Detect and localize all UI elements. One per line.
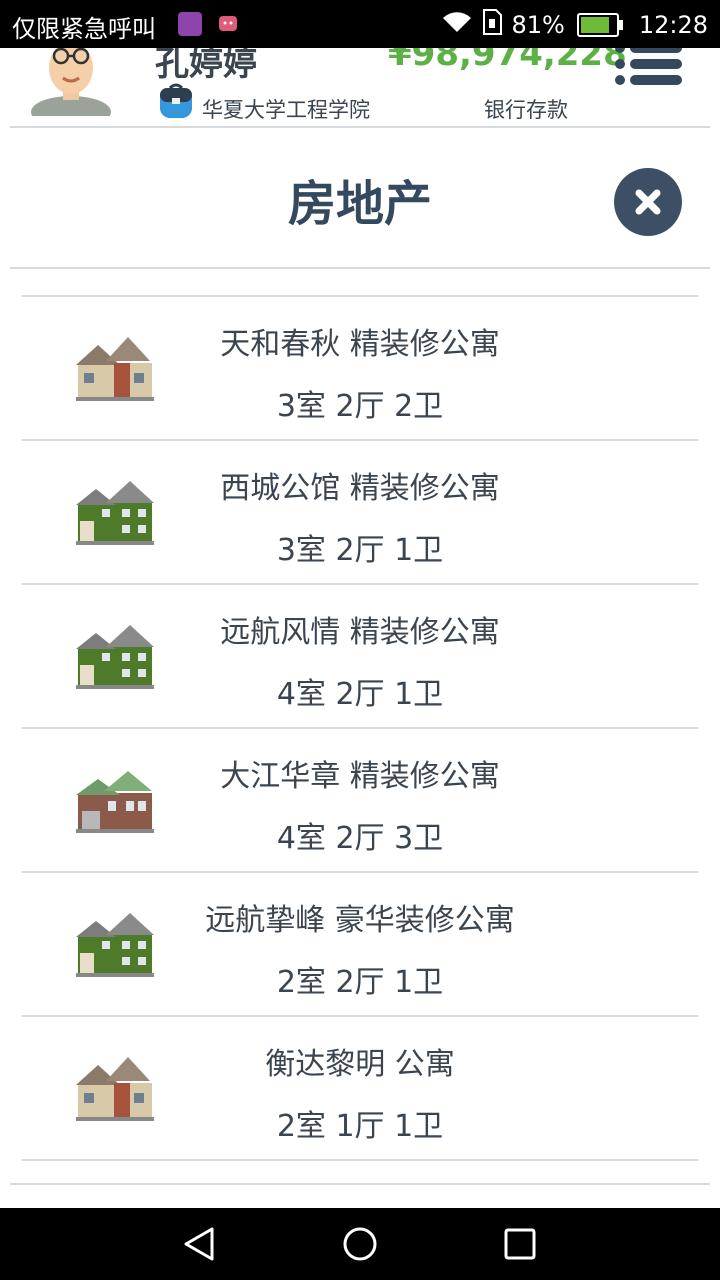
property-row[interactable]: 大江华章 精装修公寓 4室 2厅 3卫	[22, 729, 698, 873]
property-name: 远航风情 精装修公寓	[220, 615, 500, 650]
avatar[interactable]	[30, 48, 112, 128]
home-icon[interactable]	[342, 1226, 378, 1262]
property-row[interactable]: 远航风情 精装修公寓 4室 2厅 1卫	[22, 585, 698, 729]
menu-list-icon[interactable]	[612, 48, 684, 92]
carrier-text: 仅限紧急呼叫	[12, 15, 156, 43]
property-layout: 2室 1厅 1卫	[276, 1109, 444, 1144]
property-row[interactable]: 西城公馆 精装修公寓 3室 2厅 1卫	[22, 441, 698, 585]
school-bag-icon	[158, 82, 194, 120]
property-layout: 2室 2厅 1卫	[276, 965, 444, 1000]
property-name: 远航挚峰 豪华装修公寓	[205, 903, 515, 938]
property-layout: 3室 2厅 2卫	[276, 389, 444, 424]
battery-percent: 81%	[511, 11, 565, 39]
clock: 12:28	[638, 11, 708, 39]
title-divider	[10, 267, 710, 269]
wifi-icon	[441, 10, 473, 40]
property-row[interactable]: 衡达黎明 公寓 2室 1厅 1卫	[22, 1017, 698, 1161]
close-button[interactable]	[614, 168, 682, 236]
school-name: 华夏大学工程学院	[202, 98, 370, 122]
property-row[interactable]: 远航挚峰 豪华装修公寓 2室 2厅 1卫	[22, 873, 698, 1017]
property-name: 天和春秋 精装修公寓	[220, 327, 500, 362]
gallery-notification-icon	[178, 12, 202, 36]
property-name: 西城公馆 精装修公寓	[220, 471, 500, 506]
property-list: 天和春秋 精装修公寓 3室 2厅 2卫 西城公馆 精装修公寓 3室 2厅 1卫	[22, 295, 698, 1161]
property-layout: 3室 2厅 1卫	[276, 533, 444, 568]
property-name: 大江华章 精装修公寓	[220, 759, 500, 794]
app-notification-icon	[216, 12, 240, 36]
close-icon	[635, 189, 661, 215]
bank-label: 银行存款	[484, 98, 568, 122]
navigation-bar	[0, 1208, 720, 1280]
back-icon[interactable]	[182, 1226, 218, 1262]
money-amount: ¥98,974,228	[388, 48, 627, 74]
property-name: 衡达黎明 公寓	[265, 1047, 455, 1082]
status-bar: 仅限紧急呼叫 81% 12:28	[0, 0, 720, 48]
header-divider	[10, 126, 710, 128]
battery-icon	[576, 13, 623, 37]
bottom-divider	[10, 1183, 710, 1185]
recent-apps-icon[interactable]	[502, 1226, 538, 1262]
player-header: 孔婷婷 ¥98,974,228 华夏大学工程学院 银行存款	[0, 48, 720, 128]
page-title: 房地产	[287, 176, 432, 232]
property-row[interactable]: 天和春秋 精装修公寓 3室 2厅 2卫	[22, 297, 698, 441]
player-name: 孔婷婷	[155, 48, 257, 84]
property-layout: 4室 2厅 3卫	[276, 821, 444, 856]
sim-icon	[481, 9, 503, 41]
property-layout: 4室 2厅 1卫	[276, 677, 444, 712]
